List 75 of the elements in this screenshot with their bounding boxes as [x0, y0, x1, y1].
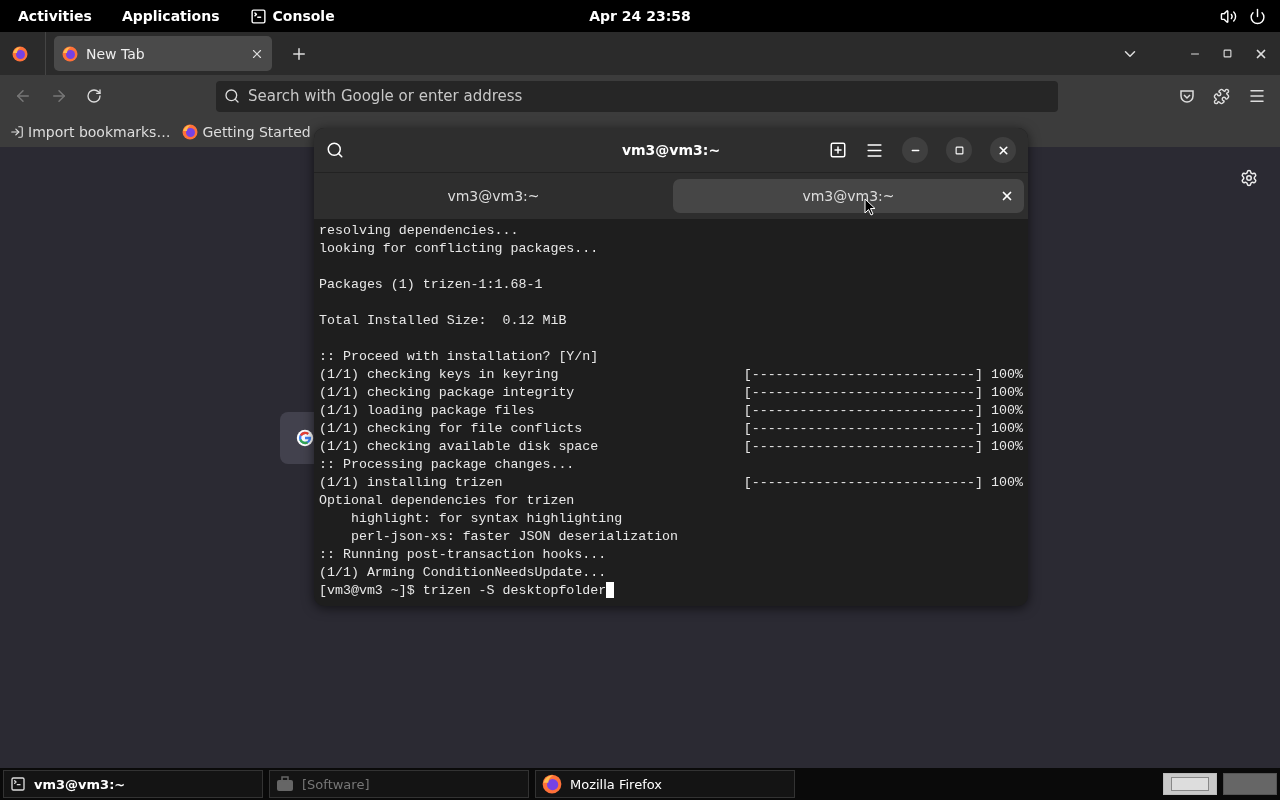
firefox-icon: [12, 45, 28, 62]
applications-menu[interactable]: Applications: [121, 8, 220, 24]
terminal-line: Total Installed Size: 0.12 MiB: [319, 312, 568, 330]
progress-percent: 100%: [991, 402, 1023, 420]
taskbar-item[interactable]: vm3@vm3:~: [3, 770, 263, 798]
clock[interactable]: Apr 24 23:58: [589, 8, 691, 24]
briefcase-icon: [276, 776, 294, 792]
maximize-icon: [954, 145, 964, 155]
progress-bar-text: [----------------------------]: [743, 384, 984, 402]
firefox-icon: [182, 124, 199, 140]
workspace-switcher[interactable]: [1163, 773, 1217, 795]
window-title: vm3@vm3:~: [621, 142, 721, 158]
terminal-line: (1/1) loading package files: [319, 402, 536, 420]
text-cursor: [606, 582, 615, 598]
terminal-icon: [249, 7, 267, 25]
bookmark-link[interactable]: Getting Started: [182, 124, 311, 140]
progress-bar-text: [----------------------------]: [743, 366, 984, 384]
terminal-icon: [10, 776, 26, 792]
terminal-line: looking for conflicting packages...: [319, 240, 600, 258]
progress-bar-text: [----------------------------]: [743, 474, 984, 492]
shortcut-tile[interactable]: [280, 412, 314, 464]
progress-percent: 100%: [991, 384, 1023, 402]
terminal-tab[interactable]: vm3@vm3:~: [318, 179, 669, 213]
command-prompt[interactable]: [vm3@vm3 ~]$ trizen -S desktopfolder: [319, 582, 607, 600]
firefox-icon: [62, 45, 78, 62]
search-icon[interactable]: [326, 141, 344, 159]
close-button[interactable]: [990, 137, 1016, 163]
progress-percent: 100%: [991, 474, 1023, 492]
terminal-line: (1/1) checking keys in keyring: [319, 366, 560, 384]
maximize-button[interactable]: [946, 137, 972, 163]
activities-button[interactable]: Activities: [18, 8, 92, 24]
firefox-icon: [542, 774, 562, 794]
puzzle-icon[interactable]: [1213, 87, 1230, 105]
terminal-line: (1/1) installing trizen: [319, 474, 504, 492]
progress-percent: 100%: [991, 420, 1023, 438]
import-icon: [10, 125, 24, 139]
taskbar-item[interactable]: [Software]: [269, 770, 529, 798]
terminal-line: (1/1) Arming ConditionNeedsUpdate...: [319, 564, 608, 582]
minimize-button[interactable]: [902, 137, 928, 163]
progress-bar-text: [----------------------------]: [743, 438, 984, 456]
pocket-icon[interactable]: [1179, 87, 1195, 105]
google-icon: [296, 427, 314, 449]
settings-icon[interactable]: [1240, 169, 1258, 187]
reload-icon[interactable]: [86, 88, 102, 104]
terminal-line: Packages (1) trizen-1:1.68-1: [319, 276, 544, 294]
forward-arrow-icon[interactable]: [50, 87, 68, 105]
terminal-line: :: Running post-transaction hooks...: [319, 546, 608, 564]
terminal-line: Optional dependencies for trizen: [319, 492, 576, 510]
browser-tab[interactable]: New Tab: [54, 36, 272, 71]
terminal-line: :: Proceed with installation? [Y/n]: [319, 348, 600, 366]
terminal-line: (1/1) checking available disk space: [319, 438, 600, 456]
terminal-line: (1/1) checking package integrity: [319, 384, 576, 402]
terminal-line: resolving dependencies...: [319, 222, 520, 240]
volume-icon[interactable]: [1220, 7, 1237, 25]
bookmark-link[interactable]: Import bookmarks…: [10, 124, 171, 140]
address-bar[interactable]: Search with Google or enter address: [216, 80, 1058, 112]
terminal-line: :: Processing package changes...: [319, 456, 576, 474]
new-tab-icon[interactable]: [829, 141, 847, 159]
terminal-tab[interactable]: vm3@vm3:~: [673, 179, 1024, 213]
app-menu[interactable]: Console: [272, 8, 335, 24]
workspace-switcher[interactable]: [1223, 773, 1277, 795]
taskbar-item[interactable]: Mozilla Firefox: [535, 770, 795, 798]
close-icon: [996, 143, 1010, 157]
menu-icon[interactable]: [1248, 87, 1266, 105]
search-icon: [224, 87, 240, 104]
progress-bar-text: [----------------------------]: [743, 402, 984, 420]
terminal-line: perl-json-xs: faster JSON deserialization: [349, 528, 680, 546]
progress-bar-text: [----------------------------]: [743, 420, 984, 438]
power-icon[interactable]: [1249, 7, 1266, 25]
close-icon[interactable]: [1000, 189, 1014, 203]
terminal-line: (1/1) checking for file conflicts: [319, 420, 584, 438]
terminal-line: highlight: for syntax highlighting: [349, 510, 624, 528]
progress-percent: 100%: [991, 438, 1023, 456]
maximize-icon[interactable]: [1223, 49, 1232, 58]
progress-percent: 100%: [991, 366, 1023, 384]
